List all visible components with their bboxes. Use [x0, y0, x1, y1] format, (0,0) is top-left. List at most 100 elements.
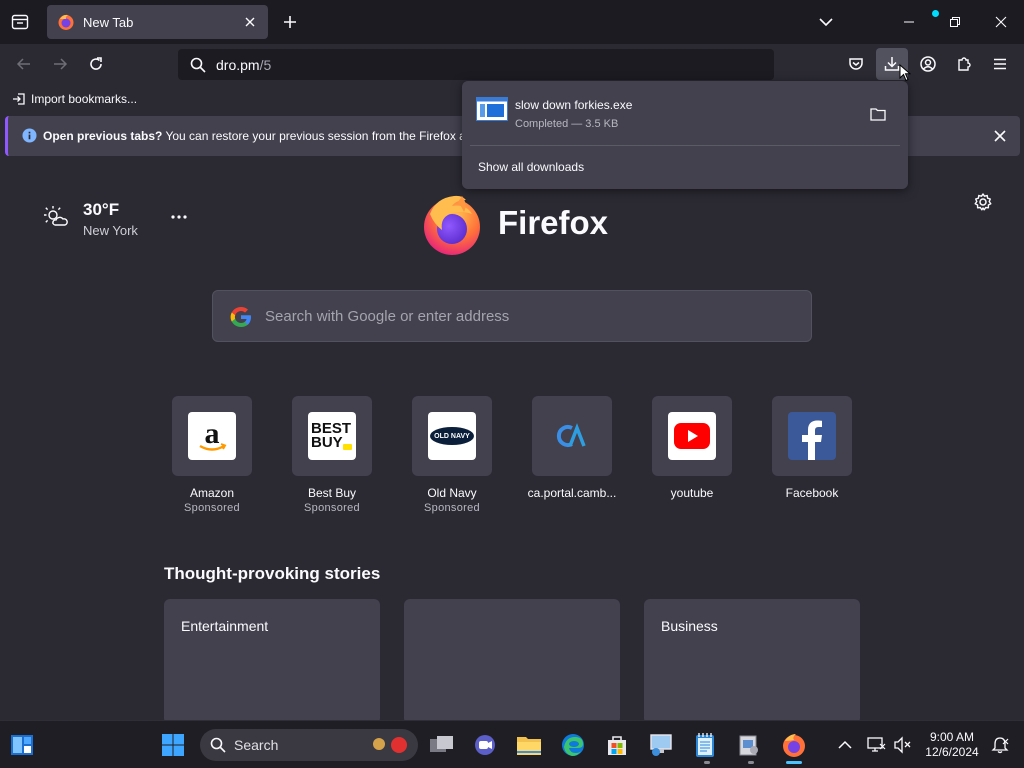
firefox-view-button[interactable] [0, 0, 40, 44]
info-icon [22, 128, 37, 143]
remote-desktop-button[interactable] [645, 729, 677, 761]
running-app-indicator [748, 761, 754, 764]
top-site-amazon[interactable]: a Amazon Sponsored [152, 396, 272, 514]
minimize-button[interactable] [890, 0, 928, 44]
microsoft-store-button[interactable] [601, 729, 633, 761]
weather-temperature: 30°F [83, 200, 120, 219]
ca-portal-icon [556, 423, 586, 447]
tab-new-tab[interactable]: New Tab [47, 5, 268, 39]
old-navy-logo: OLD NAVY [428, 412, 476, 460]
tab-title: New Tab [83, 14, 134, 30]
volume-button[interactable] [886, 729, 918, 761]
import-bookmarks-button[interactable]: Import bookmarks... [12, 88, 137, 110]
clock-date: 12/6/2024 [925, 745, 979, 759]
partly-sunny-icon [44, 206, 68, 226]
widgets-button[interactable] [6, 729, 38, 761]
mouse-cursor-icon [899, 64, 911, 82]
firefox-taskbar-button[interactable] [778, 729, 810, 761]
reload-icon [90, 57, 102, 70]
sponsored-label: Sponsored [424, 502, 480, 514]
back-button[interactable] [8, 48, 40, 80]
story-card-entertainment[interactable]: Entertainment [164, 599, 380, 724]
story-card[interactable] [404, 599, 620, 724]
story-category: Entertainment [181, 618, 269, 634]
list-all-tabs-button[interactable] [808, 0, 844, 44]
account-icon [920, 56, 936, 72]
clock-time: 9:00 AM [929, 730, 975, 744]
folder-icon[interactable] [870, 107, 886, 121]
new-tab-button[interactable] [274, 0, 306, 44]
top-site-old-navy[interactable]: OLD NAVY Old Navy Sponsored [392, 396, 512, 514]
close-tab-icon[interactable] [242, 14, 258, 30]
top-site-ca-portal[interactable]: ca.portal.camb... [512, 396, 632, 500]
stories-heading: Thought-provoking stories [164, 564, 381, 583]
story-card-business[interactable]: Business [644, 599, 860, 724]
downloads-panel: slow down forkies.exe Completed — 3.5 KB… [462, 81, 908, 189]
executable-file-icon [476, 97, 508, 121]
sponsored-label: Sponsored [304, 502, 360, 514]
top-site-tile [772, 396, 852, 476]
facebook-logo [788, 412, 836, 460]
plus-icon [284, 16, 296, 28]
download-file-name: slow down forkies.exe [515, 98, 633, 112]
minimize-icon [904, 21, 914, 23]
address-bar[interactable]: dro.pm/5 [178, 49, 774, 80]
svg-text:a: a [205, 417, 220, 450]
forward-button[interactable] [44, 48, 76, 80]
taskbar-clock[interactable]: 9:00 AM 12/6/2024 [918, 730, 986, 760]
firefox-view-icon [11, 14, 29, 30]
active-app-indicator [786, 761, 802, 764]
teams-button[interactable] [469, 729, 501, 761]
notification-title: Open previous tabs? [43, 129, 163, 143]
notifications-button[interactable] [984, 729, 1016, 761]
extensions-button[interactable] [948, 48, 980, 80]
search-highlight-icon [373, 737, 407, 753]
download-item[interactable]: slow down forkies.exe Completed — 3.5 KB [466, 87, 904, 143]
top-site-tile: OLD NAVY [412, 396, 492, 476]
app-menu-button[interactable] [984, 48, 1016, 80]
file-explorer-button[interactable] [513, 729, 545, 761]
gear-icon[interactable] [973, 192, 993, 212]
search-input[interactable]: Search with Google or enter address [212, 290, 812, 342]
edge-icon [562, 734, 584, 756]
reload-button[interactable] [80, 48, 112, 80]
task-view-icon [430, 736, 453, 752]
volume-muted-icon [894, 736, 911, 754]
search-icon [210, 737, 226, 753]
show-all-downloads-button[interactable]: Show all downloads [478, 160, 584, 174]
notepad-icon [696, 733, 714, 757]
network-icon [867, 737, 886, 752]
top-site-name: youtube [670, 486, 714, 500]
account-button[interactable] [912, 48, 944, 80]
top-site-youtube[interactable]: youtube [632, 396, 752, 500]
notepad-button[interactable] [689, 729, 721, 761]
close-icon[interactable] [990, 126, 1010, 146]
pocket-button[interactable] [840, 48, 872, 80]
arrow-right-icon [54, 58, 68, 70]
notification-message: Open previous tabs? You can restore your… [43, 129, 482, 143]
edge-button[interactable] [557, 729, 589, 761]
navigation-toolbar: dro.pm/5 [0, 44, 1024, 84]
puzzle-icon [958, 57, 971, 71]
url-text: dro.pm/5 [216, 57, 271, 73]
top-site-facebook[interactable]: Facebook [752, 396, 872, 500]
chevron-down-icon [819, 18, 833, 27]
top-site-tile [652, 396, 732, 476]
youtube-icon [674, 423, 710, 449]
top-site-best-buy[interactable]: BEST BUY Best Buy Sponsored [272, 396, 392, 514]
show-hidden-icons-button[interactable] [829, 729, 861, 761]
old-navy-oval: OLD NAVY [430, 427, 474, 445]
start-button[interactable] [157, 729, 189, 761]
search-placeholder: Search with Google or enter address [265, 308, 510, 325]
close-window-button[interactable] [982, 0, 1020, 44]
folder-icon [517, 737, 541, 755]
firefox-favicon-icon [58, 14, 74, 30]
restore-button[interactable] [936, 0, 974, 44]
task-view-button[interactable] [426, 729, 458, 761]
system-app-button[interactable] [733, 729, 765, 761]
more-options-icon[interactable] [170, 208, 188, 226]
pocket-icon [849, 58, 863, 70]
amazon-icon: a [199, 417, 227, 451]
control-panel-icon [739, 735, 758, 756]
taskbar-search[interactable]: Search [200, 729, 418, 761]
